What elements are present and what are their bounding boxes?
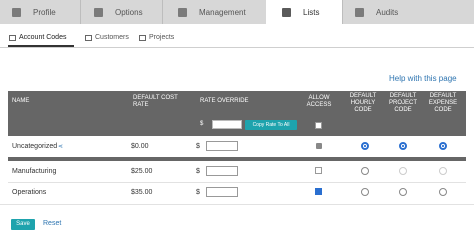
tab-audits[interactable]: Audits xyxy=(342,0,474,24)
tab-label: Audits xyxy=(376,7,399,17)
user-icon xyxy=(12,7,21,17)
rate-override-input[interactable] xyxy=(206,141,238,151)
rate-override-input[interactable] xyxy=(206,187,238,197)
rate-prefix: $ xyxy=(200,121,204,127)
sub-nav: Account Codes Customers Projects xyxy=(0,32,474,48)
lock-icon xyxy=(316,143,322,149)
default-expense-radio[interactable] xyxy=(439,167,447,175)
copy-rate-to-all-button[interactable]: Copy Rate To All xyxy=(245,120,297,130)
list-icon xyxy=(282,7,291,17)
currency-symbol: $ xyxy=(196,168,200,175)
table-bottom-divider xyxy=(0,204,474,205)
tab-management[interactable]: Management xyxy=(162,0,264,24)
col-project-code-header: DEFAULT PROJECT CODE xyxy=(388,93,417,113)
default-project-radio[interactable] xyxy=(399,167,407,175)
currency-symbol: $ xyxy=(196,143,200,150)
hierarchy-icon: ⋖ xyxy=(58,144,64,150)
subtab-label: Account Codes xyxy=(19,34,67,41)
default-project-radio[interactable] xyxy=(399,142,407,150)
table-row: Operations $35.00 $ xyxy=(8,183,466,204)
projects-icon xyxy=(139,34,146,41)
help-link[interactable]: Help with this page xyxy=(389,74,457,83)
default-hourly-radio[interactable] xyxy=(361,167,369,175)
default-hourly-radio[interactable] xyxy=(361,142,369,150)
tab-options[interactable]: Options xyxy=(80,0,162,24)
tab-label: Management xyxy=(199,7,246,17)
top-nav: Profile Options Management Lists Audits xyxy=(0,0,474,24)
row-cost-rate: $25.00 xyxy=(131,168,153,175)
tab-lists[interactable]: Lists xyxy=(266,0,342,24)
row-cost-rate: $35.00 xyxy=(131,189,153,196)
bulk-rate-input[interactable] xyxy=(212,120,242,129)
row-cost-rate: $0.00 xyxy=(131,143,149,150)
default-expense-radio[interactable] xyxy=(439,188,447,196)
account-codes-icon xyxy=(9,34,16,41)
subtab-projects[interactable]: Projects xyxy=(139,34,174,41)
subtab-account-codes[interactable]: Account Codes xyxy=(9,34,66,41)
sliders-icon xyxy=(94,7,103,17)
col-expense-code-header: DEFAULT EXPENSE CODE xyxy=(428,93,458,113)
default-hourly-radio[interactable] xyxy=(361,188,369,196)
default-expense-radio[interactable] xyxy=(439,142,447,150)
subtab-label: Customers xyxy=(95,34,129,41)
row-name: Uncategorized xyxy=(12,143,58,150)
save-button[interactable]: Save xyxy=(11,219,35,230)
allow-access-all-checkbox[interactable] xyxy=(315,122,322,129)
table-header: NAME DEFAULT COST RATE RATE OVERRIDE ALL… xyxy=(8,91,466,136)
tab-profile[interactable]: Profile xyxy=(0,0,80,24)
calendar-icon xyxy=(355,7,364,17)
allow-access-checkbox[interactable] xyxy=(315,188,322,195)
subtab-label: Projects xyxy=(149,34,175,41)
tab-label: Options xyxy=(115,7,143,17)
col-allow-access-header: ALLOW ACCESS xyxy=(306,95,332,108)
col-hourly-code-header: DEFAULT HOURLY CODE xyxy=(349,93,377,113)
subnav-divider xyxy=(0,47,474,48)
allow-access-checkbox[interactable] xyxy=(315,167,322,174)
subtab-customers[interactable]: Customers xyxy=(85,34,129,41)
rate-override-input[interactable] xyxy=(206,166,238,176)
col-name-header[interactable]: NAME xyxy=(12,98,29,105)
reset-link[interactable]: Reset xyxy=(43,220,61,227)
col-cost-rate-header[interactable]: DEFAULT COST RATE xyxy=(133,95,193,109)
default-project-radio[interactable] xyxy=(399,188,407,196)
customers-icon xyxy=(85,34,92,41)
table-row: Uncategorized ⋖ $0.00 $ xyxy=(8,137,466,158)
table-row: Manufacturing $25.00 $ xyxy=(8,162,466,183)
col-rate-override-header: RATE OVERRIDE xyxy=(200,98,249,104)
tab-label: Lists xyxy=(303,7,320,17)
currency-symbol: $ xyxy=(196,189,200,196)
row-name: Operations xyxy=(12,189,47,196)
row-name: Manufacturing xyxy=(12,168,57,175)
tab-label: Profile xyxy=(33,7,56,17)
badge-icon xyxy=(178,7,187,17)
row-divider xyxy=(8,157,466,161)
